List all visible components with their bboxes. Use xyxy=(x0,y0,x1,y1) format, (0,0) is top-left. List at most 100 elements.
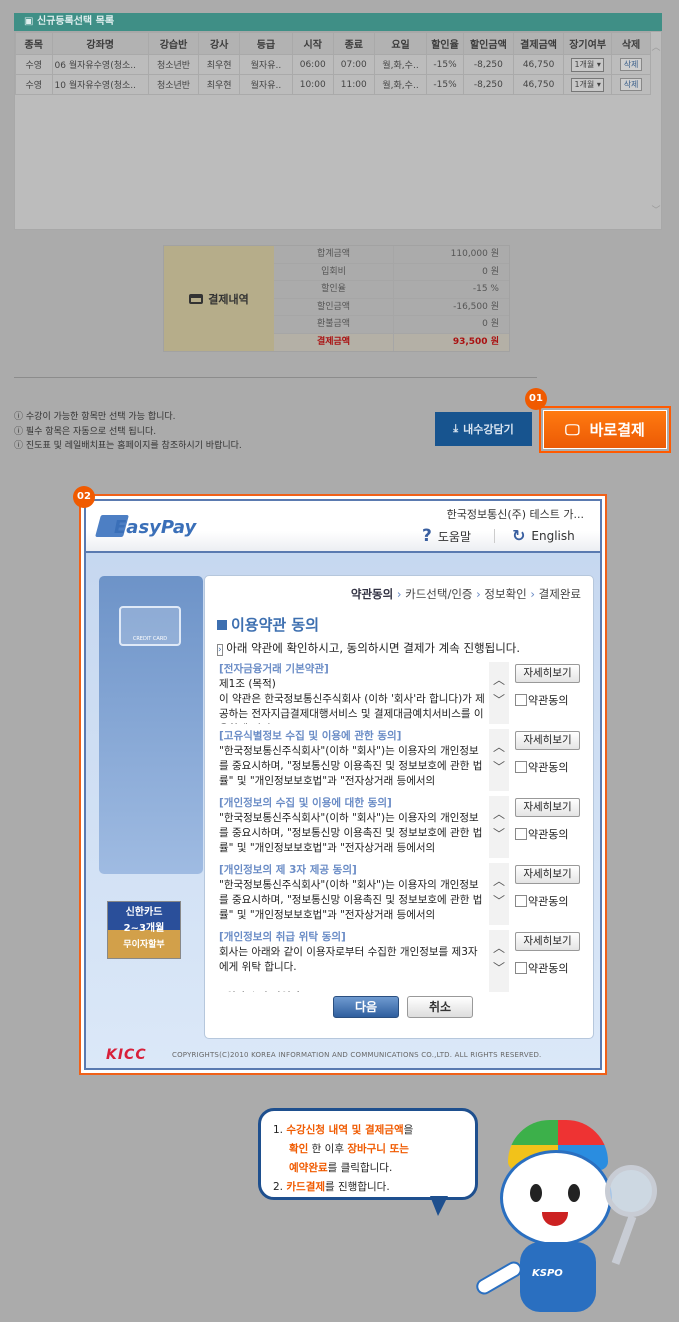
agree-checkbox[interactable]: 약관동의 xyxy=(515,893,568,909)
bubble-tail xyxy=(430,1196,448,1216)
column-header: 요일 xyxy=(373,32,428,55)
english-link[interactable]: ↻ English xyxy=(512,526,575,545)
delete-button[interactable]: 삭제 xyxy=(619,58,643,71)
table-cell: 46,750 xyxy=(512,74,565,95)
step-indicator: 약관동의 › 카드선택/인증 › 정보확인 › 결제완료 xyxy=(351,586,581,602)
column-header: 시작 xyxy=(291,32,334,55)
divider xyxy=(14,377,537,378)
column-header: 종료 xyxy=(332,32,375,55)
table-cell: 수영 xyxy=(15,54,53,75)
scroll-down-icon: ﹀ xyxy=(492,760,505,774)
download-icon: ⤓ xyxy=(453,422,459,435)
period-select[interactable]: 1개월 ▾ xyxy=(571,57,604,72)
shinhan-card-banner[interactable]: 신한카드 2~3개월 무이자할부 xyxy=(107,901,181,959)
period-select[interactable]: 1개월 ▾ xyxy=(571,77,604,92)
merchant-name: 한국정보통신(주) 테스트 가... xyxy=(446,508,584,521)
view-details-button[interactable]: 자세히보기 xyxy=(515,731,580,750)
table-cell: 월자유.. xyxy=(239,74,293,95)
terms-box[interactable]: [개인정보의 수집 및 이용에 대한 동의] "한국정보통신주식회사"(이하 "회… xyxy=(217,796,509,858)
terms-panel: 약관동의 › 카드선택/인증 › 정보확인 › 결제완료 이용약관 동의 › 아… xyxy=(204,575,594,1039)
pay-now-button[interactable]: 🖵 바로결제 xyxy=(539,406,671,453)
terms-box[interactable]: [개인정보의 제 3자 제공 동의] "한국정보통신주식회사"(이하 "회사")는… xyxy=(217,863,509,925)
bullet-icon: › xyxy=(217,644,223,656)
list-title-bar: ▣ 신규등록선택 목록 xyxy=(14,13,662,31)
chevron-down-icon: ▾ xyxy=(596,59,601,69)
help-link[interactable]: ? 도움말 xyxy=(422,526,471,546)
agree-checkbox[interactable]: 약관동의 xyxy=(515,960,568,976)
column-header: 할인율 xyxy=(426,32,464,55)
table-cell: 10 월자유수영(청소.. xyxy=(51,74,149,95)
column-header: 결제금액 xyxy=(512,32,565,55)
table-cell: 06:00 xyxy=(291,54,334,75)
info-icon: ⓘ xyxy=(14,441,24,451)
summary-row: 입회비 0 원 xyxy=(274,263,509,281)
easypay-popup: EasyPay 한국정보통신(주) 테스트 가... ? 도움말 ↻ English… xyxy=(79,494,607,1075)
table-row[interactable]: 수영 10 월자유수영(청소.. 청소년반 최우현 월자유.. 10:00 11:00 월,화… xyxy=(15,74,651,95)
info-icon: ⓘ xyxy=(14,412,24,422)
agree-checkbox[interactable]: 약관동의 xyxy=(515,759,568,775)
step-item: 결제완료 xyxy=(538,587,581,601)
agree-checkbox[interactable]: 약관동의 xyxy=(515,692,568,708)
step-item: 정보확인 xyxy=(484,587,527,601)
view-details-button[interactable]: 자세히보기 xyxy=(515,664,580,683)
scroll-up-icon: ︿ xyxy=(492,740,505,754)
terms-scrollbar[interactable]: ︿ ﹀ xyxy=(489,930,509,992)
table-cell: -15% xyxy=(426,74,464,95)
table-cell: 수영 xyxy=(15,74,53,95)
summary-row: 결제금액 93,500 원 xyxy=(274,333,509,351)
refresh-icon: ↻ xyxy=(512,526,526,545)
intro-text: › 아래 약관에 확인하시고, 동의하시면 결제가 계속 진행됩니다. xyxy=(217,641,521,656)
notice-list: ⓘ 수강이 가능한 항목만 선택 가능 합니다. ⓘ 필수 항목은 자동으로 선택… xyxy=(14,410,242,454)
scroll-down-icon: ﹀ xyxy=(492,693,505,707)
title-bullet-icon xyxy=(217,620,227,630)
table-cell: -8,250 xyxy=(462,54,514,75)
view-details-button[interactable]: 자세히보기 xyxy=(515,798,580,817)
table-cell: 07:00 xyxy=(332,54,375,75)
terms-scrollbar[interactable]: ︿ ﹀ xyxy=(489,662,509,724)
scroll-down-icon: ﹀ xyxy=(492,894,505,908)
terms-scrollbar[interactable]: ︿ ﹀ xyxy=(489,796,509,858)
column-header: 삭제 xyxy=(611,32,651,55)
info-icon: ⓘ xyxy=(14,426,24,437)
delete-button[interactable]: 삭제 xyxy=(619,78,643,91)
terms-box[interactable]: [고유식별정보 수집 및 이용에 관한 동의] "한국정보통신주식회사"(이하 "… xyxy=(217,729,509,791)
scroll-down-icon: ﹀ xyxy=(492,827,505,841)
summary-row: 합계금액 110,000 원 xyxy=(274,246,509,264)
agree-checkbox[interactable]: 약관동의 xyxy=(515,826,568,842)
selected-list: 종목 강좌명 강습반 강사 등급 시작 종료 요일 할인율 할인금액 결제금액 장기여부 삭제 수영 06… xyxy=(14,31,662,230)
view-details-button[interactable]: 자세히보기 xyxy=(515,932,580,951)
column-header: 강좌명 xyxy=(51,32,149,55)
column-header: 종목 xyxy=(15,32,53,55)
chevron-right-icon: › xyxy=(396,587,402,601)
cancel-button[interactable]: 취소 xyxy=(407,996,473,1018)
terms-scrollbar[interactable]: ︿ ﹀ xyxy=(489,863,509,925)
table-cell: 월,화,수.. xyxy=(373,74,428,95)
add-to-cart-button[interactable]: ⤓ 내수강담기 xyxy=(435,412,532,446)
terms-box[interactable]: [전자금융거래 기본약관] 제1조 (목적) 이 약관은 한국정보통신주식회사 (… xyxy=(217,662,509,724)
table-cell: -15% xyxy=(426,54,464,75)
left-panel: CREDIT CARD xyxy=(99,576,203,874)
table-cell: -8,250 xyxy=(462,74,514,95)
table-cell: 06 월자유수영(청소.. xyxy=(51,54,149,75)
table-cell: 46,750 xyxy=(512,54,565,75)
column-header: 강사 xyxy=(198,32,241,55)
chevron-down-icon: ▾ xyxy=(596,79,601,89)
view-details-button[interactable]: 자세히보기 xyxy=(515,865,580,884)
terms-box[interactable]: [개인정보의 취급 위탁 동의] 회사는 아래와 같이 이용자로부터 수집한 개인… xyxy=(217,930,509,992)
question-icon: ? xyxy=(422,526,432,546)
list-scrollbar[interactable]: ︿ ﹀ xyxy=(650,32,662,229)
step-item: 약관동의 xyxy=(350,587,394,601)
summary-row: 환불금액 0 원 xyxy=(274,316,509,334)
card-icon xyxy=(189,293,204,304)
list-title: 신규등록선택 목록 xyxy=(36,16,115,27)
guide-bubble: 1. 수강신청 내역 및 결제금액을 확인 한 이후 장바구니 또는 예약완료를… xyxy=(258,1108,478,1200)
terms-scrollbar[interactable]: ︿ ﹀ xyxy=(489,729,509,791)
table-cell: 청소년반 xyxy=(147,54,200,75)
notice-item: ⓘ 필수 항목은 자동으로 선택 됩니다. xyxy=(14,426,157,437)
monitor-icon: 🖵 xyxy=(565,420,580,439)
table-cell: 월,화,수.. xyxy=(373,54,428,75)
next-button[interactable]: 다음 xyxy=(333,996,399,1018)
popup-header: EasyPay 한국정보통신(주) 테스트 가... ? 도움말 ↻ English xyxy=(86,501,600,553)
table-row[interactable]: 수영 06 월자유수영(청소.. 청소년반 최우현 월자유.. 06:00 07:00 월,화… xyxy=(15,54,651,75)
step-item: 카드선택/인증 xyxy=(405,587,473,601)
